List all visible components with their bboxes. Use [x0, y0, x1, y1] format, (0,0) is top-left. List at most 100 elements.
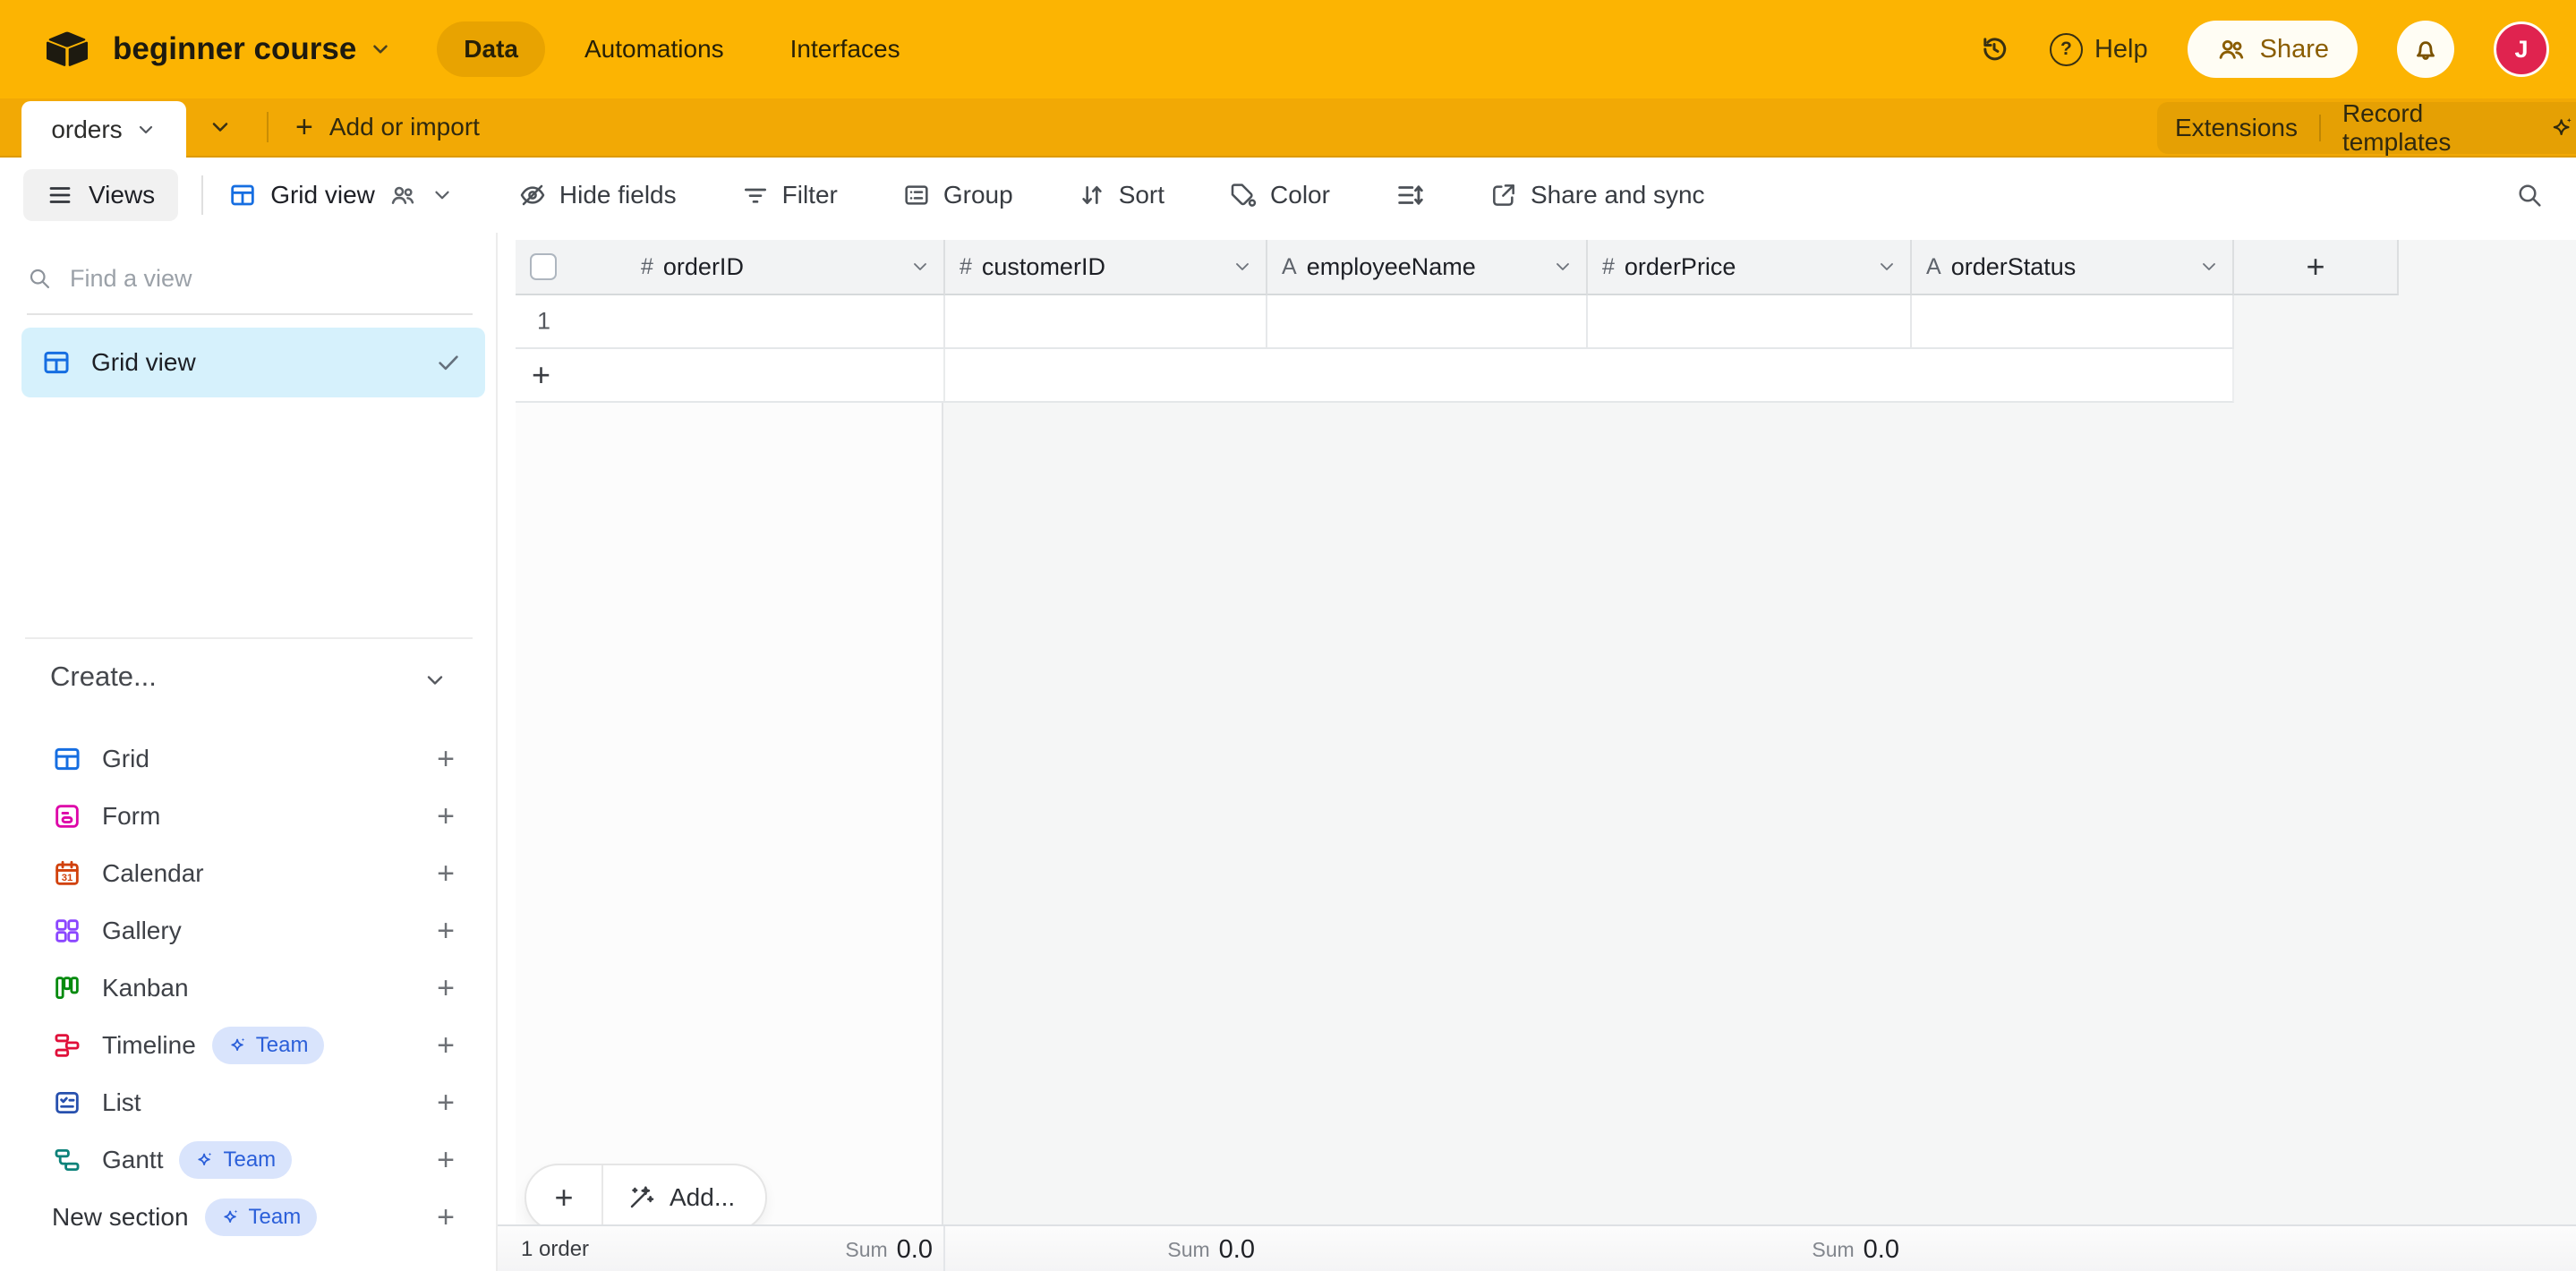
- column-header-customerID[interactable]: # customerID: [945, 240, 1267, 295]
- question-icon: ?: [2050, 33, 2083, 66]
- menu-icon: [47, 182, 73, 209]
- summary-sum-customerID[interactable]: Sum 0.0: [1167, 1226, 1255, 1271]
- summary-sum-orderID[interactable]: Sum 0.0: [845, 1226, 933, 1271]
- table-row[interactable]: 1: [516, 295, 2234, 349]
- add-view-plus-icon[interactable]: +: [437, 1088, 455, 1118]
- gridline: [1586, 295, 1588, 347]
- team-badge: Team: [205, 1198, 318, 1236]
- add-record-pill: + Add...: [525, 1164, 767, 1232]
- select-all-checkbox[interactable]: [530, 253, 557, 280]
- bell-icon: [2410, 34, 2441, 64]
- add-record-plus-button[interactable]: +: [526, 1179, 601, 1216]
- share-button[interactable]: Share: [2188, 21, 2358, 78]
- column-header-orderPrice[interactable]: # orderPrice: [1588, 240, 1912, 295]
- create-section-chevron-icon[interactable]: [422, 668, 448, 693]
- tab-automations[interactable]: Automations: [558, 21, 751, 77]
- create-calendar-item[interactable]: 31 Calendar +: [0, 845, 496, 902]
- add-field-button[interactable]: +: [2234, 240, 2399, 295]
- create-item-label: Calendar: [102, 859, 204, 888]
- chevron-down-icon: [135, 119, 157, 141]
- record-templates-label: Record templates: [2342, 99, 2537, 157]
- share-link-icon: [1489, 181, 1518, 209]
- number-field-icon: #: [960, 254, 972, 280]
- hide-fields-button[interactable]: Hide fields: [518, 181, 677, 209]
- column-name: orderID: [663, 253, 744, 281]
- history-icon[interactable]: [1978, 33, 2010, 65]
- extensions-button[interactable]: Extensions: [2175, 114, 2298, 142]
- add-record-label: Add...: [670, 1183, 735, 1212]
- create-form-item[interactable]: Form +: [0, 788, 496, 845]
- create-gallery-item[interactable]: Gallery +: [0, 902, 496, 960]
- notifications-button[interactable]: [2397, 21, 2454, 78]
- create-section-heading[interactable]: Create...: [50, 661, 157, 693]
- sparkle-icon: [228, 1036, 248, 1055]
- add-row-button[interactable]: +: [516, 349, 2234, 403]
- number-field-icon: #: [1602, 254, 1615, 280]
- workspace-chevron-down-icon[interactable]: [369, 38, 392, 61]
- check-icon: [435, 349, 462, 376]
- color-button[interactable]: Color: [1229, 181, 1330, 209]
- sidebar-divider: [25, 637, 473, 639]
- sum-label: Sum: [845, 1238, 887, 1262]
- row-height-button[interactable]: [1395, 180, 1425, 210]
- collaborators-icon: [388, 181, 417, 209]
- group-label: Group: [943, 181, 1013, 209]
- create-timeline-item[interactable]: Timeline Team +: [0, 1017, 496, 1074]
- add-view-plus-icon[interactable]: +: [437, 973, 455, 1003]
- tab-data[interactable]: Data: [437, 21, 545, 77]
- gantt-icon: [52, 1145, 82, 1175]
- table-tab-orders[interactable]: orders: [21, 101, 186, 158]
- add-view-plus-icon[interactable]: +: [437, 858, 455, 889]
- airtable-logo-icon[interactable]: [47, 31, 88, 67]
- user-avatar[interactable]: J: [2494, 21, 2549, 77]
- create-new-section-item[interactable]: New section Team +: [0, 1189, 496, 1246]
- views-button[interactable]: Views: [23, 169, 178, 221]
- table-list-chevron-icon[interactable]: [208, 115, 233, 140]
- sort-label: Sort: [1119, 181, 1164, 209]
- column-name: orderPrice: [1625, 253, 1736, 281]
- tab-interfaces[interactable]: Interfaces: [763, 21, 927, 77]
- chevron-down-icon[interactable]: [2198, 256, 2220, 277]
- add-or-import-button[interactable]: + Add or import: [295, 98, 480, 156]
- add-with-ai-button[interactable]: Add...: [603, 1183, 765, 1212]
- add-section-plus-icon[interactable]: +: [437, 1202, 455, 1233]
- create-grid-item[interactable]: Grid +: [0, 730, 496, 788]
- hide-fields-label: Hide fields: [559, 181, 677, 209]
- sidebar-item-grid-view[interactable]: Grid view: [21, 328, 485, 397]
- kanban-icon: [52, 973, 82, 1003]
- row-height-icon: [1395, 180, 1425, 210]
- column-header-employeeName[interactable]: A employeeName: [1267, 240, 1588, 295]
- filter-button[interactable]: Filter: [741, 181, 838, 209]
- find-a-view-search[interactable]: [27, 243, 473, 315]
- workspace-title[interactable]: beginner course: [113, 31, 356, 67]
- create-kanban-item[interactable]: Kanban +: [0, 960, 496, 1017]
- sort-icon: [1078, 181, 1106, 209]
- add-view-plus-icon[interactable]: +: [437, 1030, 455, 1061]
- group-icon: [902, 181, 931, 209]
- create-gantt-item[interactable]: Gantt Team +: [0, 1131, 496, 1189]
- record-templates-button[interactable]: Record templates: [2342, 99, 2576, 157]
- create-item-label: Form: [102, 802, 160, 831]
- top-bar: beginner course Data Automations Interfa…: [0, 0, 2576, 98]
- sort-button[interactable]: Sort: [1078, 181, 1164, 209]
- team-badge: Team: [212, 1027, 325, 1064]
- add-view-plus-icon[interactable]: +: [437, 744, 455, 774]
- share-and-sync-button[interactable]: Share and sync: [1489, 181, 1705, 209]
- chevron-down-icon[interactable]: [1876, 256, 1898, 277]
- chevron-down-icon[interactable]: [909, 256, 931, 277]
- add-view-plus-icon[interactable]: +: [437, 1145, 455, 1175]
- group-button[interactable]: Group: [902, 181, 1013, 209]
- column-header-orderID[interactable]: # orderID: [516, 240, 945, 295]
- summary-sum-orderPrice[interactable]: Sum 0.0: [1812, 1226, 1899, 1271]
- create-list-item[interactable]: List +: [0, 1074, 496, 1131]
- chevron-down-icon[interactable]: [1232, 256, 1253, 277]
- chevron-down-icon[interactable]: [1552, 256, 1574, 277]
- add-view-plus-icon[interactable]: +: [437, 801, 455, 832]
- help-button[interactable]: ? Help: [2050, 33, 2148, 66]
- team-badge-label: Team: [223, 1147, 276, 1173]
- find-a-view-input[interactable]: [68, 264, 473, 294]
- current-view-button[interactable]: Grid view: [228, 181, 454, 209]
- add-view-plus-icon[interactable]: +: [437, 916, 455, 946]
- search-icon[interactable]: [2515, 181, 2544, 209]
- column-header-orderStatus[interactable]: A orderStatus: [1912, 240, 2234, 295]
